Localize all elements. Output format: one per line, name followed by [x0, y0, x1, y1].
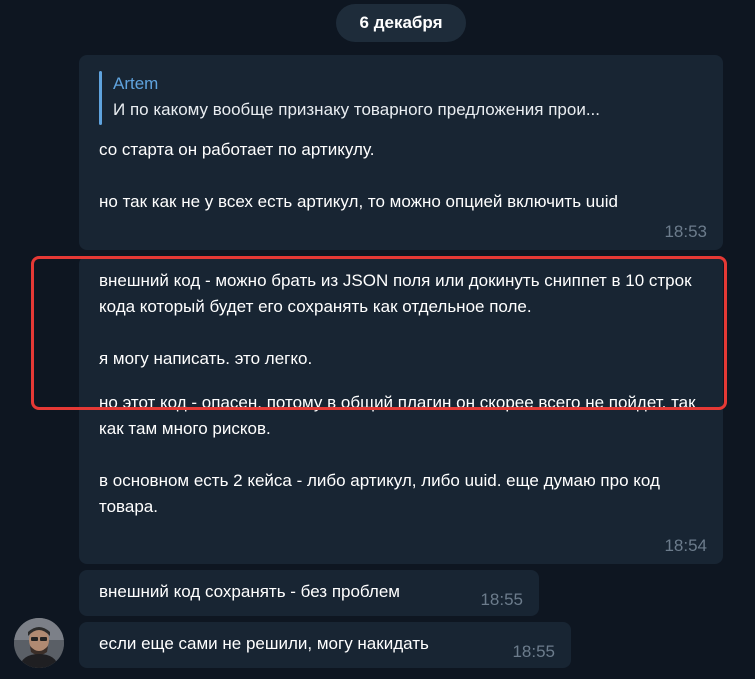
- reply-quote[interactable]: Artem И по какому вообще признаку товарн…: [99, 71, 703, 125]
- reply-text: И по какому вообще признаку товарного пр…: [113, 100, 600, 119]
- message-text: внешний код сохранять - без проблем: [99, 582, 400, 601]
- reply-bar: [99, 71, 102, 125]
- message-time: 18:53: [664, 222, 707, 241]
- user-avatar-icon: [14, 618, 64, 668]
- message-time: 18:54: [664, 536, 707, 555]
- date-separator: 6 декабря: [336, 4, 466, 42]
- avatar[interactable]: [14, 618, 64, 668]
- highlighted-message-text: внешний код - можно брать из JSON поля и…: [99, 271, 692, 368]
- message-bubble[interactable]: если еще сами не решили, могу накидать 1…: [79, 622, 571, 668]
- message-text: но этот код - опасен. потому в общий пла…: [99, 393, 696, 516]
- message-time: 18:55: [480, 590, 523, 609]
- message-text: если еще сами не решили, могу накидать: [99, 634, 429, 653]
- reply-author: Artem: [113, 74, 159, 93]
- message-bubble[interactable]: Artem И по какому вообще признаку товарн…: [79, 55, 723, 250]
- message-text: со старта он работает по артикулу. но та…: [99, 140, 618, 211]
- message-bubble[interactable]: внешний код сохранять - без проблем 18:5…: [79, 570, 539, 616]
- message-bubble[interactable]: внешний код - можно брать из JSON поля и…: [79, 256, 723, 564]
- message-time: 18:55: [512, 642, 555, 661]
